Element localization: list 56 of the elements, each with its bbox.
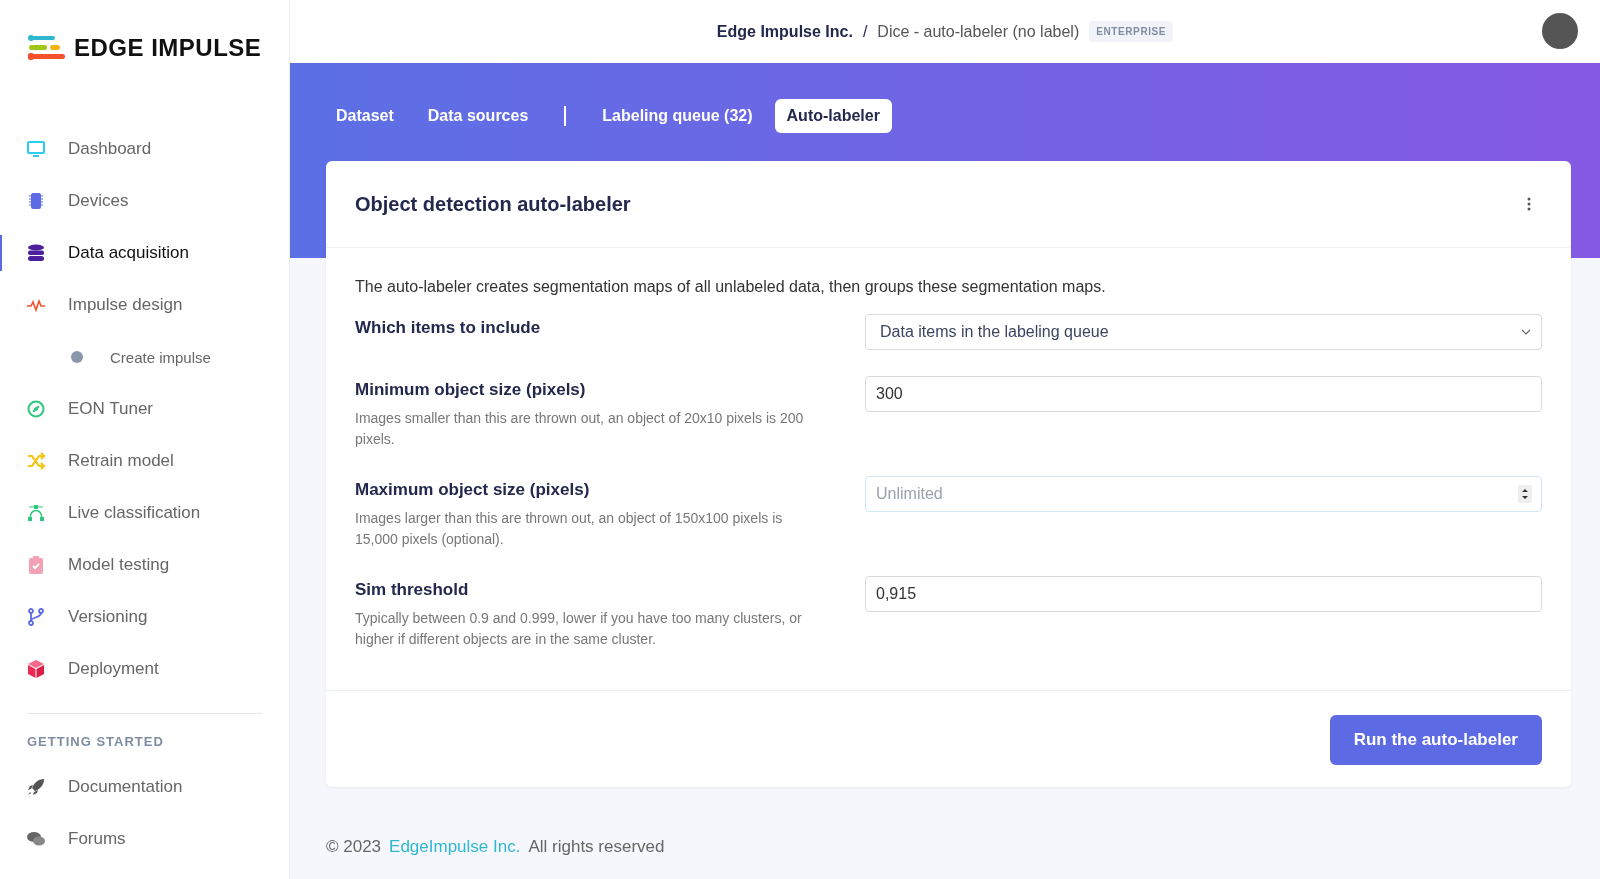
chip-icon <box>26 191 46 211</box>
database-icon <box>26 243 46 263</box>
logo[interactable]: EDGE IMPULSE <box>0 0 289 63</box>
nav-subitem[interactable]: Create impulse <box>0 331 289 383</box>
monitor-icon <box>26 139 46 159</box>
tab[interactable]: Dataset <box>324 99 406 133</box>
field-help: Images smaller than this are thrown out, an object of 20x10 pixels is 200 pixels. <box>355 409 805 449</box>
field-label: Sim threshold <box>355 579 470 600</box>
dot-icon <box>71 351 83 363</box>
tab[interactable]: Data sources <box>415 99 541 133</box>
tab[interactable]: Auto-labeler <box>774 99 892 133</box>
avatar[interactable] <box>1542 13 1578 49</box>
nav-item[interactable]: EON Tuner <box>0 383 289 435</box>
nav-item[interactable]: Live classification <box>0 487 289 539</box>
field-label: Minimum object size (pixels) <box>355 379 587 400</box>
input-field[interactable]: 300 <box>865 376 1542 412</box>
tab[interactable]: Labeling queue (32) <box>590 99 765 133</box>
logo-text: EDGE IMPULSE <box>74 34 262 62</box>
dropdown[interactable]: Data items in the labeling queue <box>865 314 1542 350</box>
nav-item[interactable]: Deployment <box>0 643 289 695</box>
copyright-text: © 2023 <box>326 837 382 857</box>
number-field[interactable]: Unlimited <box>865 476 1542 512</box>
nav-item[interactable]: Versioning <box>0 591 289 643</box>
input-field[interactable]: 0,915 <box>865 576 1542 612</box>
field-label: Maximum object size (pixels) <box>355 479 591 500</box>
run-button[interactable]: Run the auto-labeler <box>1329 715 1542 765</box>
compass-icon <box>26 399 46 419</box>
nav-item[interactable]: Dashboard <box>0 123 289 175</box>
plan-badge: ENTERPRISE <box>1089 21 1174 42</box>
shuffle-icon <box>26 451 46 471</box>
nav-item[interactable]: Impulse design <box>0 279 289 331</box>
field-help: Images larger than this are thrown out, an object of 150x100 pixels is 15,000 pixels (optional). <box>355 509 784 549</box>
project-name: Dice - auto-labeler (no label) <box>877 22 1080 41</box>
chevron-down-icon <box>1521 329 1531 335</box>
nav-item[interactable]: Documentation <box>0 761 289 813</box>
section-title: GETTING STARTED <box>26 734 165 749</box>
rocket-icon <box>26 777 46 797</box>
organization-name[interactable]: Edge Impulse Inc. <box>716 22 853 41</box>
more-options-icon[interactable] <box>1527 197 1531 211</box>
field-label: Which items to include <box>355 317 542 338</box>
clipboard-check-icon <box>26 555 46 575</box>
curve-icon <box>26 503 46 523</box>
field-help: Typically between 0.9 and 0.999, lower if you have too many clusters, or higher if different objects are in the same cluster. <box>355 609 803 649</box>
card-title: Object detection auto-labeler <box>355 192 631 216</box>
cube-icon <box>26 659 46 679</box>
rights-text: All rights reserved <box>528 837 665 857</box>
nav-item[interactable]: Forums <box>0 813 289 865</box>
intro-text: The auto-labeler creates segmentation maps of all unlabeled data, then groups these segmentation maps. <box>355 278 1107 296</box>
logo-icon <box>28 35 66 61</box>
nav-item[interactable]: Data acquisition <box>0 227 289 279</box>
spinner-icon[interactable] <box>1518 485 1532 503</box>
nav-item[interactable]: Model testing <box>0 539 289 591</box>
branch-icon <box>26 607 46 627</box>
nav-item[interactable]: Devices <box>0 175 289 227</box>
breadcrumb-separator: / <box>862 22 868 41</box>
nav-item[interactable]: Retrain model <box>0 435 289 487</box>
